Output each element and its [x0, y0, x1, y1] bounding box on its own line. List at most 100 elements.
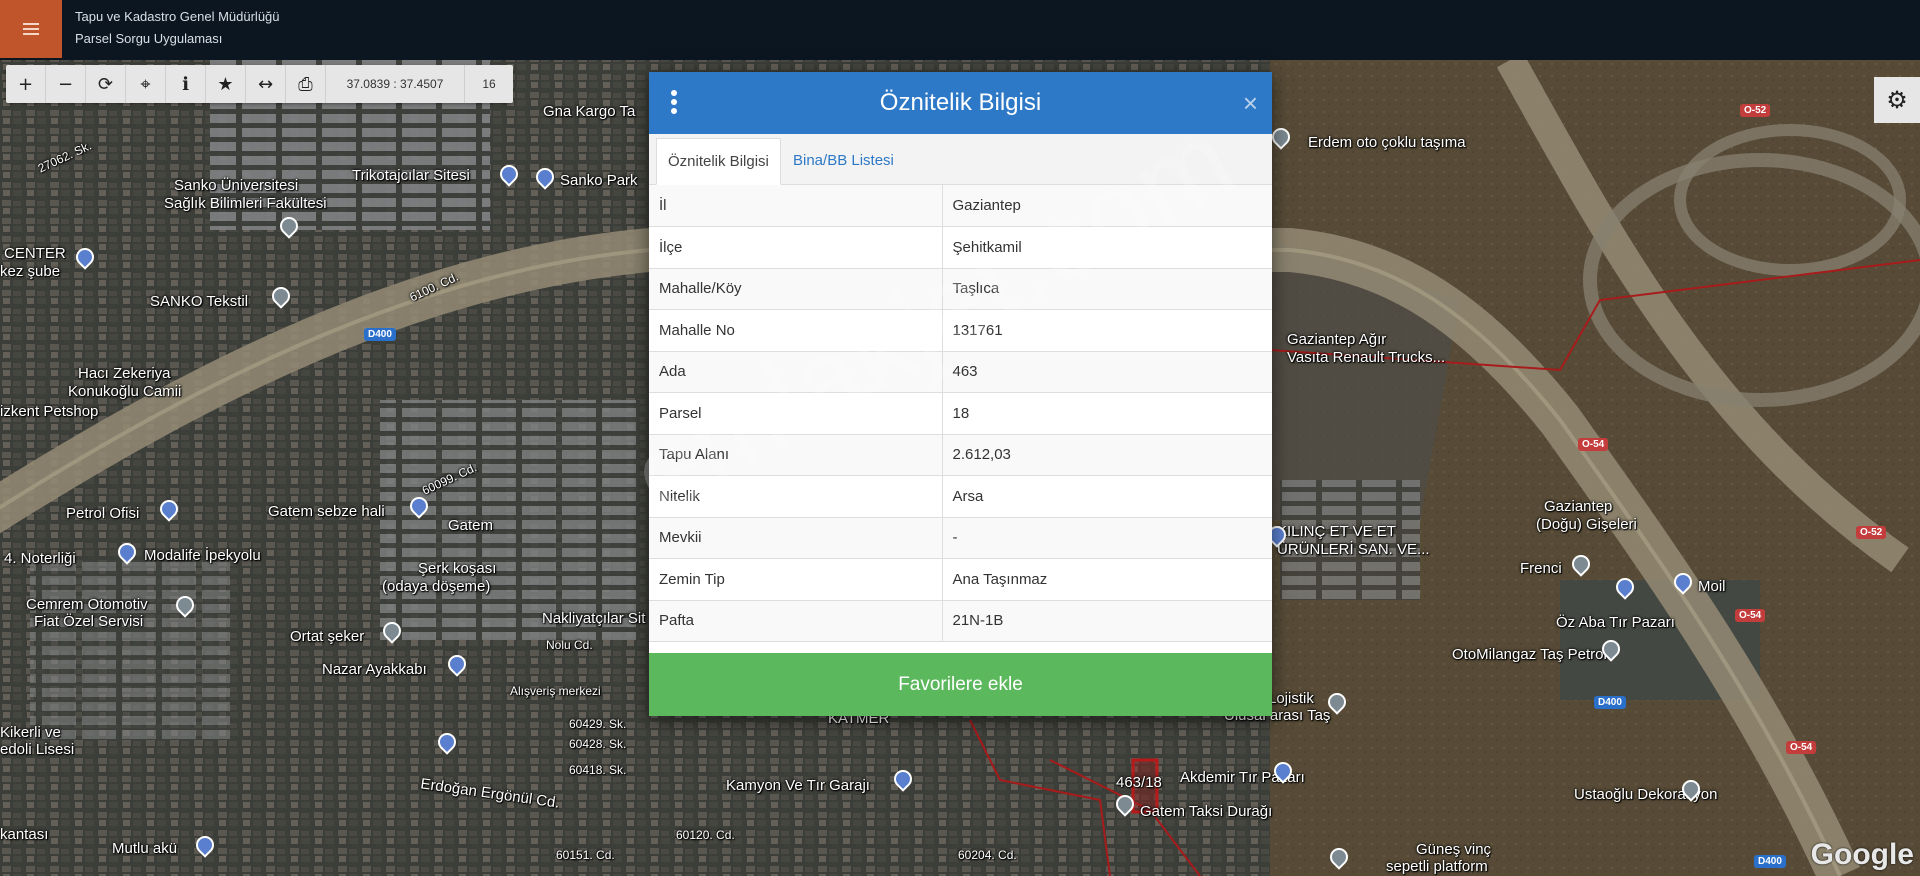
table-row: Zemin Tip Ana Taşınmaz [649, 558, 1272, 601]
close-icon[interactable]: × [1243, 88, 1258, 119]
road-shield: O-54 [1786, 741, 1817, 754]
map-pin-icon[interactable] [1670, 569, 1696, 595]
print-icon[interactable]: ⎙ [286, 65, 326, 103]
map-pin-icon[interactable] [1612, 574, 1638, 600]
attribute-key: Zemin Tip [649, 558, 943, 601]
tab-building-list[interactable]: Bina/BB Listesi [782, 138, 905, 184]
map-pin-icon[interactable] [890, 766, 916, 792]
app-title-line1: Tapu ve Kadastro Genel Müdürlüğü [75, 9, 280, 24]
map-label: Erdem oto çoklu taşıma [1308, 134, 1466, 151]
map-pin-icon[interactable] [379, 618, 405, 644]
map-pin-icon[interactable] [114, 539, 140, 565]
map-pin-icon[interactable] [1112, 791, 1138, 817]
map-label: (Doğu) Gişeleri [1536, 516, 1637, 533]
map-pin-icon[interactable] [192, 832, 218, 858]
map-label: Güneş vinç [1416, 841, 1492, 858]
map-label: ÜRÜNLERİ SAN. VE... [1277, 541, 1430, 558]
map-label: Sanko Park [560, 172, 638, 189]
map-label: 60151. Cd. [556, 848, 615, 862]
dialog-header: Öznitelik Bilgisi × [649, 72, 1272, 134]
map-label: Vasıta Renault Trucks... [1287, 349, 1446, 366]
refresh-icon[interactable]: ⟳ [86, 65, 126, 103]
map-pin-icon[interactable] [1324, 689, 1350, 715]
map-label: Sanko Üniversitesi [174, 177, 299, 194]
map-label: izkent Petshop [0, 403, 99, 420]
map-toolbar: + − ⟳ ⌖ ℹ ★ ↔ ⎙ 37.0839 : 37.4507 16 [6, 65, 513, 103]
attribute-value: Şehitkamil [942, 226, 1272, 269]
attribute-key: Parsel [649, 392, 943, 435]
map-pin-icon[interactable] [434, 729, 460, 755]
map-pin-icon[interactable] [172, 592, 198, 618]
map-label: Cemrem Otomotiv [26, 596, 148, 613]
map-pin-icon[interactable] [1678, 776, 1704, 802]
attribute-key: İlçe [649, 226, 943, 269]
settings-gear-icon[interactable]: ⚙ [1874, 77, 1920, 123]
app-header: Tapu ve Kadastro Genel Müdürlüğü Parsel … [0, 0, 1920, 60]
map-label: Konukoğlu Camii [68, 383, 182, 400]
map-pin-icon[interactable] [1326, 844, 1352, 870]
locate-icon[interactable]: ⌖ [126, 65, 166, 103]
attribute-key: Mevkii [649, 517, 943, 559]
map-label: Mutlu akü [112, 840, 178, 857]
road-shield: O-54 [1735, 609, 1766, 622]
map-label: Nakliyatçılar Sit [542, 610, 646, 627]
map-pin-icon[interactable] [1598, 636, 1624, 662]
dialog-tabs: Öznitelik Bilgisi Bina/BB Listesi [649, 134, 1272, 185]
attribute-value: Arsa [942, 475, 1272, 518]
app-title: Tapu ve Kadastro Genel Müdürlüğü Parsel … [75, 6, 280, 50]
map-label: 60204. Cd. [958, 848, 1017, 862]
attribute-value: 21N-1B [942, 600, 1272, 642]
map-pin-icon[interactable] [156, 496, 182, 522]
attribute-value: 2.612,03 [942, 434, 1272, 476]
info-icon[interactable]: ℹ [166, 65, 206, 103]
map-pin-icon[interactable] [1568, 551, 1594, 577]
favorite-star-icon[interactable]: ★ [206, 65, 246, 103]
map-label: Moil [1698, 578, 1726, 595]
map-pin-icon[interactable] [1268, 124, 1294, 150]
attribute-key: Mahalle No [649, 309, 943, 352]
measure-icon[interactable]: ↔ [246, 65, 286, 103]
table-row: İlçe Şehitkamil [649, 226, 1272, 269]
map-label: 4. Noterliği [4, 550, 76, 567]
table-row: Mahalle No 131761 [649, 309, 1272, 352]
map-label: Gatem [448, 517, 494, 534]
dialog-title: Öznitelik Bilgisi [879, 89, 1042, 116]
attribute-value: 18 [942, 392, 1272, 435]
tab-attribute-info[interactable]: Öznitelik Bilgisi [656, 138, 781, 185]
map-label: Ortat şeker [290, 628, 365, 645]
map-label: (odaya döşeme) [382, 578, 491, 595]
map-pin-icon[interactable] [444, 651, 470, 677]
map-pin-icon[interactable] [276, 213, 302, 239]
map-label: 60429. Sk. [569, 717, 627, 731]
add-to-favorites-button[interactable]: Favorilere ekle [649, 653, 1272, 716]
zoom-out-icon[interactable]: − [46, 65, 86, 103]
map-label: edoli Lisesi [0, 741, 75, 758]
map-label: Modalife İpekyolu [144, 547, 261, 564]
map-pin-icon[interactable] [72, 244, 98, 270]
coordinates-readout: 37.0839 : 37.4507 [326, 65, 465, 103]
map-pin-icon[interactable] [268, 283, 294, 309]
attribute-value: - [942, 517, 1272, 559]
map-label: Nazar Ayakkabı [322, 661, 427, 678]
road-shield: D400 [1594, 696, 1626, 709]
table-row: Parsel 18 [649, 392, 1272, 435]
map-pin-icon[interactable] [1270, 758, 1296, 784]
parcel-label: 463/18 [1116, 774, 1162, 791]
map-label: Kikerli ve [0, 724, 61, 741]
map-label: KILINÇ ET VE ET [1277, 523, 1396, 540]
map-label: Gaziantep Ağır [1287, 331, 1387, 348]
zoom-in-icon[interactable]: + [6, 65, 46, 103]
map-label: Lojistik [1268, 690, 1314, 707]
map-pin-icon[interactable] [496, 161, 522, 187]
attribute-key: Nitelik [649, 475, 943, 518]
table-row: Mevkii - [649, 517, 1272, 559]
map-label: Şerk koşası [418, 560, 497, 577]
app-title-line2: Parsel Sorgu Uygulaması [75, 31, 223, 46]
road-shield: O-52 [1856, 526, 1887, 539]
map-label: kez şube [0, 263, 61, 280]
hamburger-menu-button[interactable] [0, 0, 62, 58]
map-pin-icon[interactable] [406, 493, 432, 519]
map-pin-icon[interactable] [532, 164, 558, 190]
hamburger-icon [23, 20, 39, 38]
table-row: Nitelik Arsa [649, 475, 1272, 518]
